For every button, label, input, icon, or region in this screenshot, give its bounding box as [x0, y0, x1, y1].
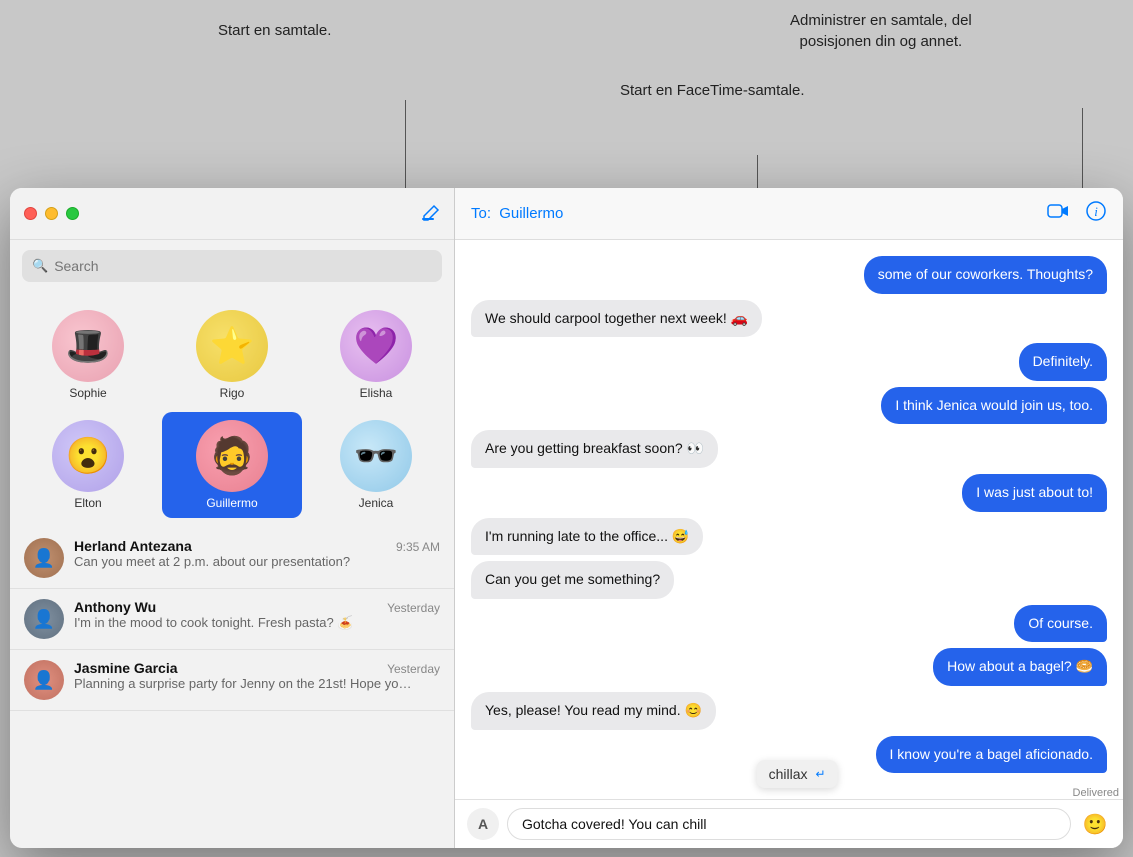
video-icon — [1047, 203, 1069, 219]
facetime-callout: Start en FaceTime-samtale. — [620, 80, 805, 101]
sidebar: 🔍 🎩 Sophie ⭐ Rigo 💜 Elisha 😮 Elton 🧔 Guillermo 🕶️ J… — [10, 188, 455, 848]
conversation-body: Herland Antezana 9:35 AMCan you meet at 2… — [74, 538, 440, 569]
contact-name: Elton — [74, 496, 101, 510]
chat-actions: i — [1047, 200, 1107, 227]
message-bubble: How about a bagel? 🥯 — [933, 648, 1107, 686]
message-time: Yesterday — [387, 601, 440, 615]
pinned-contact-elton[interactable]: 😮 Elton — [18, 412, 158, 518]
avatar: 🕶️ — [340, 420, 412, 492]
message-row: I think Jenica would join us, too. — [471, 387, 1107, 425]
avatar: 🧔 — [196, 420, 268, 492]
message-row: Can you get me something? — [471, 561, 1107, 599]
pinned-contact-sophie[interactable]: 🎩 Sophie — [18, 302, 158, 408]
avatar: ⭐ — [196, 310, 268, 382]
callout-line-1 — [405, 100, 406, 188]
contact-name: Herland Antezana — [74, 538, 192, 554]
message-bubble: Yes, please! You read my mind. 😊 — [471, 692, 716, 730]
message-bubble: Can you get me something? — [471, 561, 674, 599]
message-time: Yesterday — [387, 662, 440, 676]
message-input[interactable] — [507, 808, 1071, 840]
message-row: How about a bagel? 🥯 — [471, 648, 1107, 686]
pinned-contact-elisha[interactable]: 💜 Elisha — [306, 302, 446, 408]
chat-to: To: Guillermo — [471, 205, 563, 222]
message-row: some of our coworkers. Thoughts? — [471, 256, 1107, 294]
contact-name: Sophie — [69, 386, 106, 400]
message-bubble: Of course. — [1014, 605, 1107, 643]
message-row: I'm running late to the office... 😅 — [471, 518, 1107, 556]
message-bubble: Definitely. — [1019, 343, 1107, 381]
message-bubble: I'm running late to the office... 😅 — [471, 518, 703, 556]
pinned-contacts: 🎩 Sophie ⭐ Rigo 💜 Elisha 😮 Elton 🧔 Guillermo 🕶️ Jen… — [10, 292, 454, 528]
message-bubble: I was just about to! — [962, 474, 1107, 512]
app-store-button[interactable]: A — [467, 808, 499, 840]
list-item[interactable]: 👤 Anthony Wu YesterdayI'm in the mood to c… — [10, 589, 454, 650]
pinned-contact-rigo[interactable]: ⭐ Rigo — [162, 302, 302, 408]
autocomplete-popup[interactable]: chillax ↵ — [757, 760, 838, 788]
message-row: I was just about to! — [471, 474, 1107, 512]
avatar: 👤 — [24, 660, 64, 700]
messages-area: some of our coworkers. Thoughts? We shoul… — [455, 240, 1123, 789]
message-bubble: I think Jenica would join us, too. — [881, 387, 1107, 425]
contact-name: Jenica — [359, 496, 394, 510]
avatar: 👤 — [24, 538, 64, 578]
titlebar — [10, 188, 454, 240]
conversation-body: Jasmine Garcia YesterdayPlanning a surpri… — [74, 660, 440, 691]
avatar: 👤 — [24, 599, 64, 639]
pinned-contact-guillermo[interactable]: 🧔 Guillermo — [162, 412, 302, 518]
callout-line-3 — [1082, 108, 1083, 188]
close-button[interactable] — [24, 207, 37, 220]
compose-button[interactable] — [420, 204, 440, 224]
message-row: We should carpool together next week! 🚗 — [471, 300, 1107, 338]
callout-line-2 — [757, 155, 758, 188]
contact-name: Elisha — [360, 386, 393, 400]
facetime-button[interactable] — [1047, 203, 1069, 224]
message-preview: Planning a surprise party for Jenny on t… — [74, 676, 414, 691]
delivered-label: Delivered — [455, 787, 1123, 799]
maximize-button[interactable] — [66, 207, 79, 220]
chat-header: To: Guillermo i — [455, 188, 1123, 240]
message-bubble: some of our coworkers. Thoughts? — [864, 256, 1107, 294]
contact-name: Jasmine Garcia — [74, 660, 178, 676]
conversation-body: Anthony Wu YesterdayI'm in the mood to co… — [74, 599, 440, 631]
search-bar[interactable]: 🔍 — [22, 250, 442, 282]
list-item[interactable]: 👤 Herland Antezana 9:35 AMCan you meet at … — [10, 528, 454, 589]
contact-name: Rigo — [220, 386, 245, 400]
message-row: Yes, please! You read my mind. 😊 — [471, 692, 1107, 730]
message-bubble: I know you're a bagel aficionado. — [876, 736, 1107, 774]
message-row: Are you getting breakfast soon? 👀 — [471, 430, 1107, 468]
contact-name: Guillermo — [206, 496, 257, 510]
autocomplete-arrow-icon: ↵ — [816, 767, 826, 781]
search-input[interactable] — [54, 258, 432, 274]
manage-callout: Administrer en samtale, del posisjonen d… — [790, 10, 972, 52]
app-window: 🔍 🎩 Sophie ⭐ Rigo 💜 Elisha 😮 Elton 🧔 Guillermo 🕶️ J… — [10, 188, 1123, 848]
minimize-button[interactable] — [45, 207, 58, 220]
search-icon: 🔍 — [32, 258, 48, 274]
chat-panel: To: Guillermo i some — [455, 188, 1123, 848]
pinned-contact-jenica[interactable]: 🕶️ Jenica — [306, 412, 446, 518]
traffic-lights — [24, 207, 79, 220]
contact-name: Anthony Wu — [74, 599, 156, 615]
avatar: 😮 — [52, 420, 124, 492]
start-conversation-callout: Start en samtale. — [218, 20, 331, 41]
compose-icon — [420, 204, 440, 224]
message-row: Definitely. — [471, 343, 1107, 381]
info-button[interactable]: i — [1085, 200, 1107, 227]
avatar: 💜 — [340, 310, 412, 382]
input-area: A 🙂 chillax ↵ — [455, 799, 1123, 848]
message-bubble: We should carpool together next week! 🚗 — [471, 300, 762, 338]
message-bubble: Are you getting breakfast soon? 👀 — [471, 430, 718, 468]
message-row: Of course. — [471, 605, 1107, 643]
message-time: 9:35 AM — [396, 540, 440, 554]
list-item[interactable]: 👤 Jasmine Garcia YesterdayPlanning a surpr… — [10, 650, 454, 711]
emoji-button[interactable]: 🙂 — [1079, 808, 1111, 840]
message-preview: Can you meet at 2 p.m. about our present… — [74, 554, 414, 569]
info-icon: i — [1085, 200, 1107, 222]
avatar: 🎩 — [52, 310, 124, 382]
message-preview: I'm in the mood to cook tonight. Fresh p… — [74, 615, 414, 631]
svg-text:i: i — [1094, 204, 1098, 219]
conversation-list: 👤 Herland Antezana 9:35 AMCan you meet at … — [10, 528, 454, 848]
